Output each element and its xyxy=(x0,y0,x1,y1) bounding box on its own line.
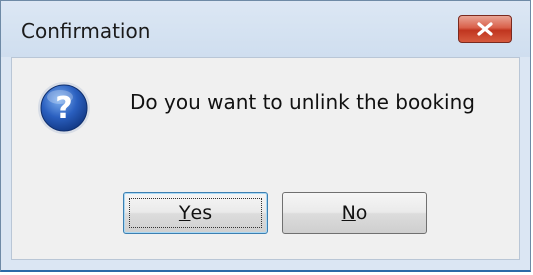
yes-button[interactable]: Yes xyxy=(123,192,268,234)
confirmation-dialog: Confirmation ? Do you want to unlink the… xyxy=(0,0,531,272)
dialog-body: ? Do you want to unlink the booking Yes … xyxy=(11,57,520,260)
title-bar[interactable]: Confirmation xyxy=(1,1,530,57)
question-icon: ? xyxy=(38,82,90,134)
close-icon xyxy=(477,22,493,36)
confirmation-message: Do you want to unlink the booking xyxy=(130,90,475,114)
no-label: o xyxy=(355,202,368,224)
close-button[interactable] xyxy=(458,15,512,43)
no-button[interactable]: No xyxy=(282,192,427,234)
no-mnemonic: N xyxy=(341,202,356,224)
yes-mnemonic: Y xyxy=(178,202,191,224)
yes-label: es xyxy=(190,202,213,224)
window-title: Confirmation xyxy=(21,19,151,43)
svg-text:?: ? xyxy=(55,91,72,126)
